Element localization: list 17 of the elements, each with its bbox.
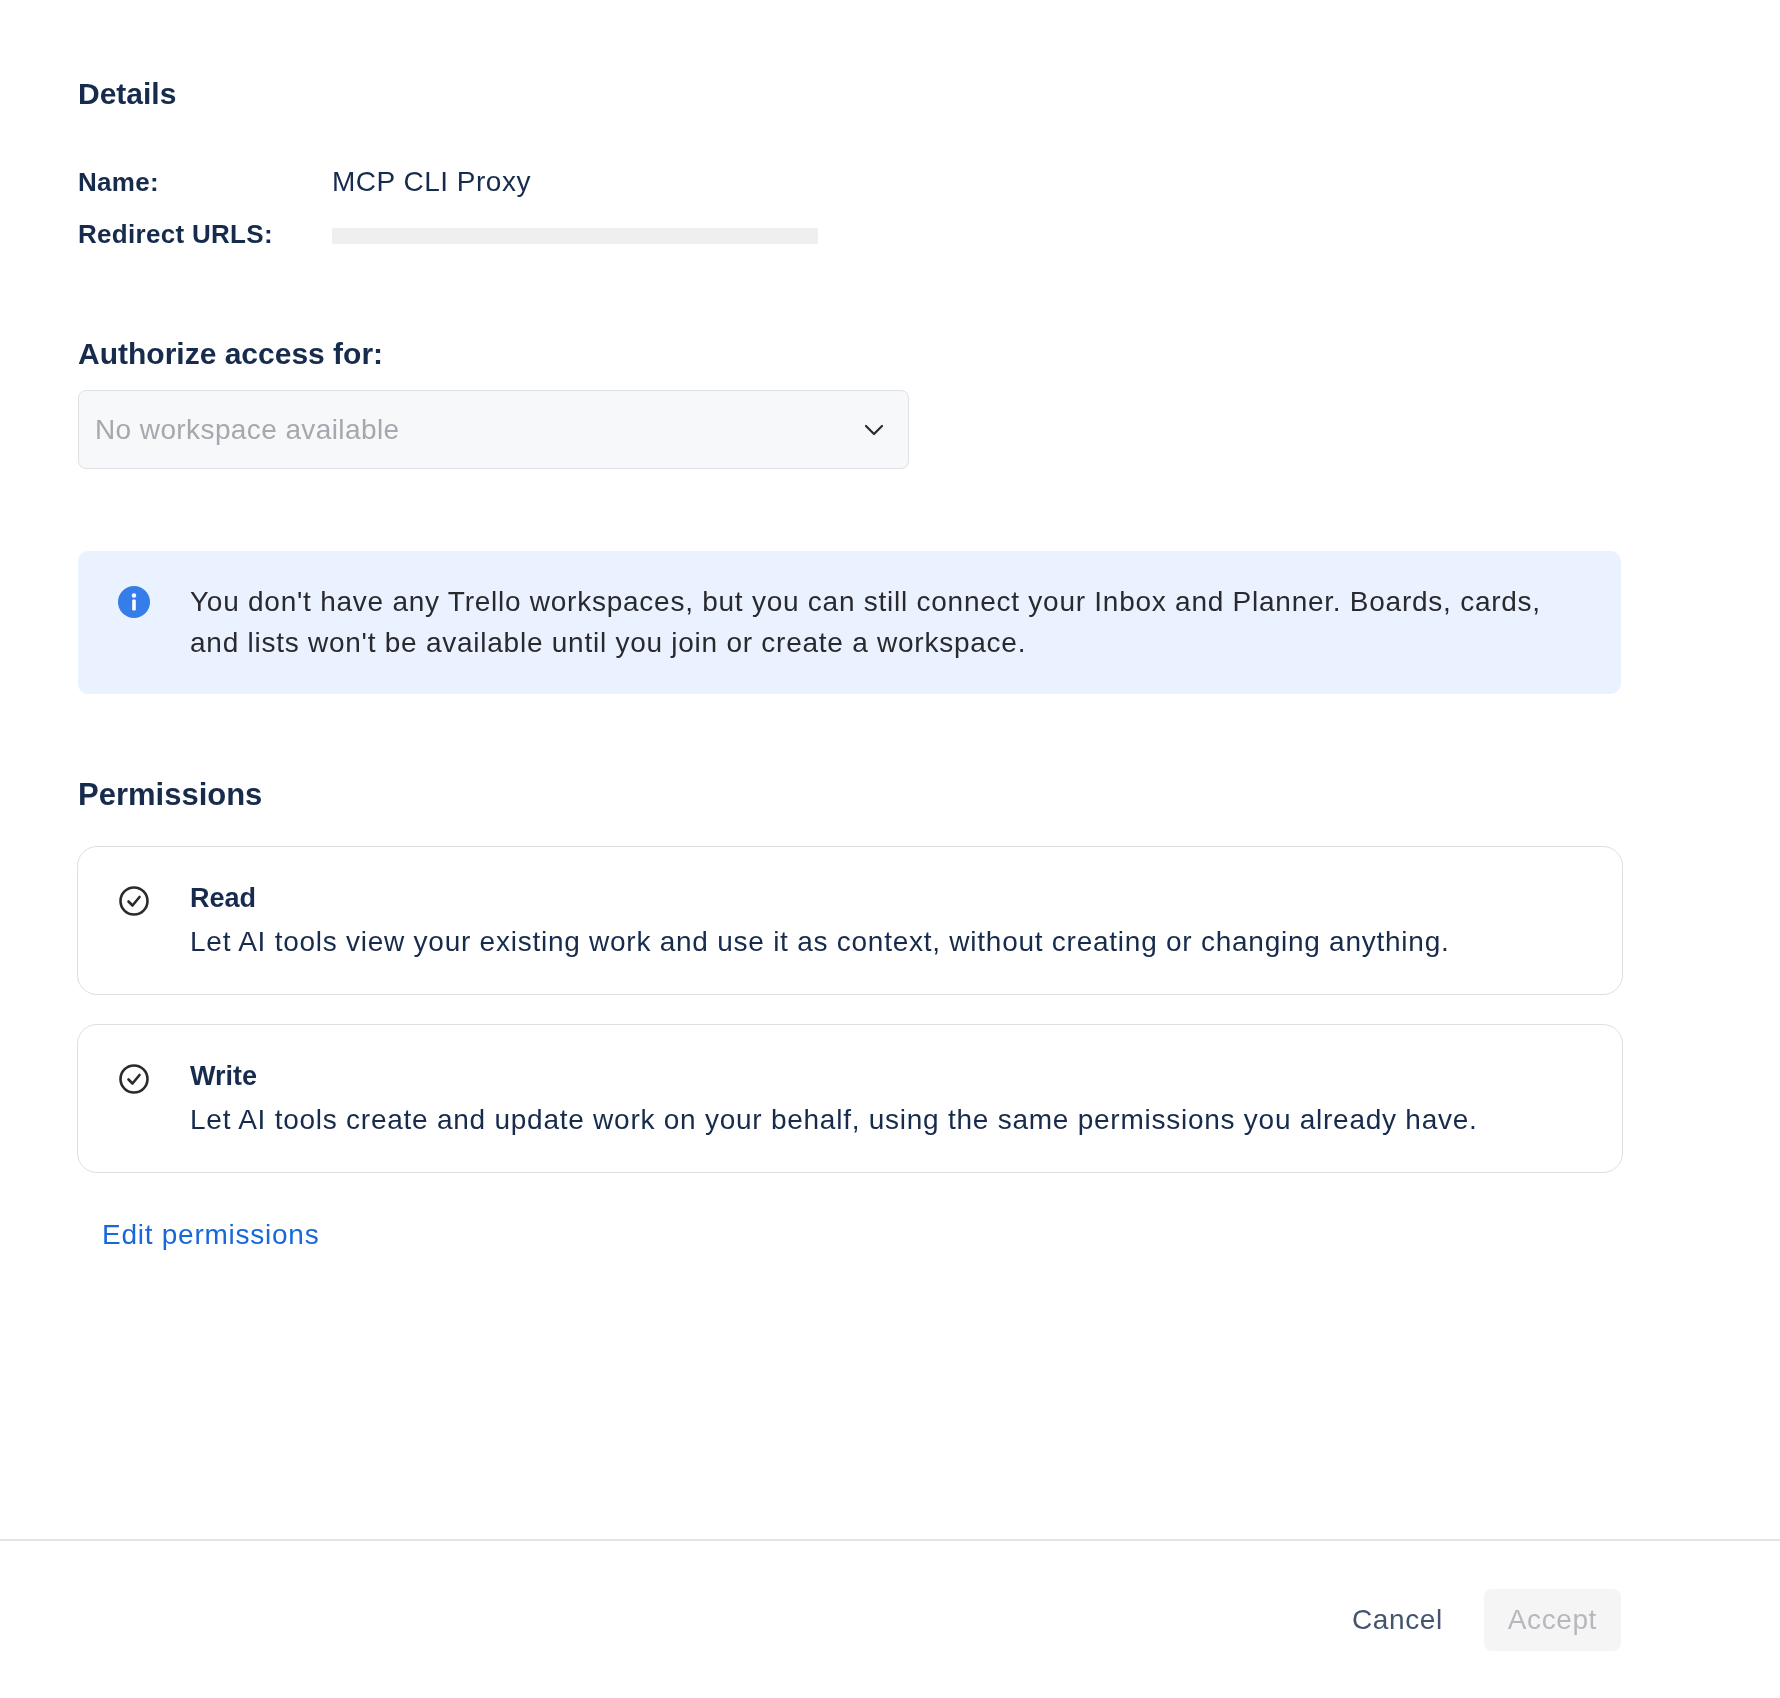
permission-title: Write (190, 1060, 257, 1093)
section-heading: Authorize access for: (78, 336, 384, 372)
permission-title: Read (190, 882, 257, 915)
section-heading: Details (78, 77, 177, 111)
cancel-button[interactable]: Cancel (1336, 1588, 1459, 1651)
info-message: You don't have any Trello workspaces, but you can still connect your Inbox and Planner. Boards, cards, and lists won't be available until you join or create a workspace. (190, 585, 1542, 660)
info-icon (118, 586, 150, 618)
section-heading: Permissions (78, 778, 263, 812)
field-label: Redirect URLS: (78, 218, 274, 251)
chevron-down-icon (864, 423, 884, 436)
permission-description: Let AI tools view your existing work and use it as context, without creating or changing anything. (190, 925, 1450, 959)
edit-permissions-link[interactable]: Edit permissions (102, 1219, 320, 1251)
check-circle-icon (119, 886, 149, 916)
permission-description: Let AI tools create and update work on your behalf, using the same permissions you already have. (190, 1103, 1478, 1137)
check-circle-icon (119, 1064, 149, 1094)
field-label: Name: (78, 166, 160, 199)
field-value: MCP CLI Proxy (332, 165, 531, 199)
